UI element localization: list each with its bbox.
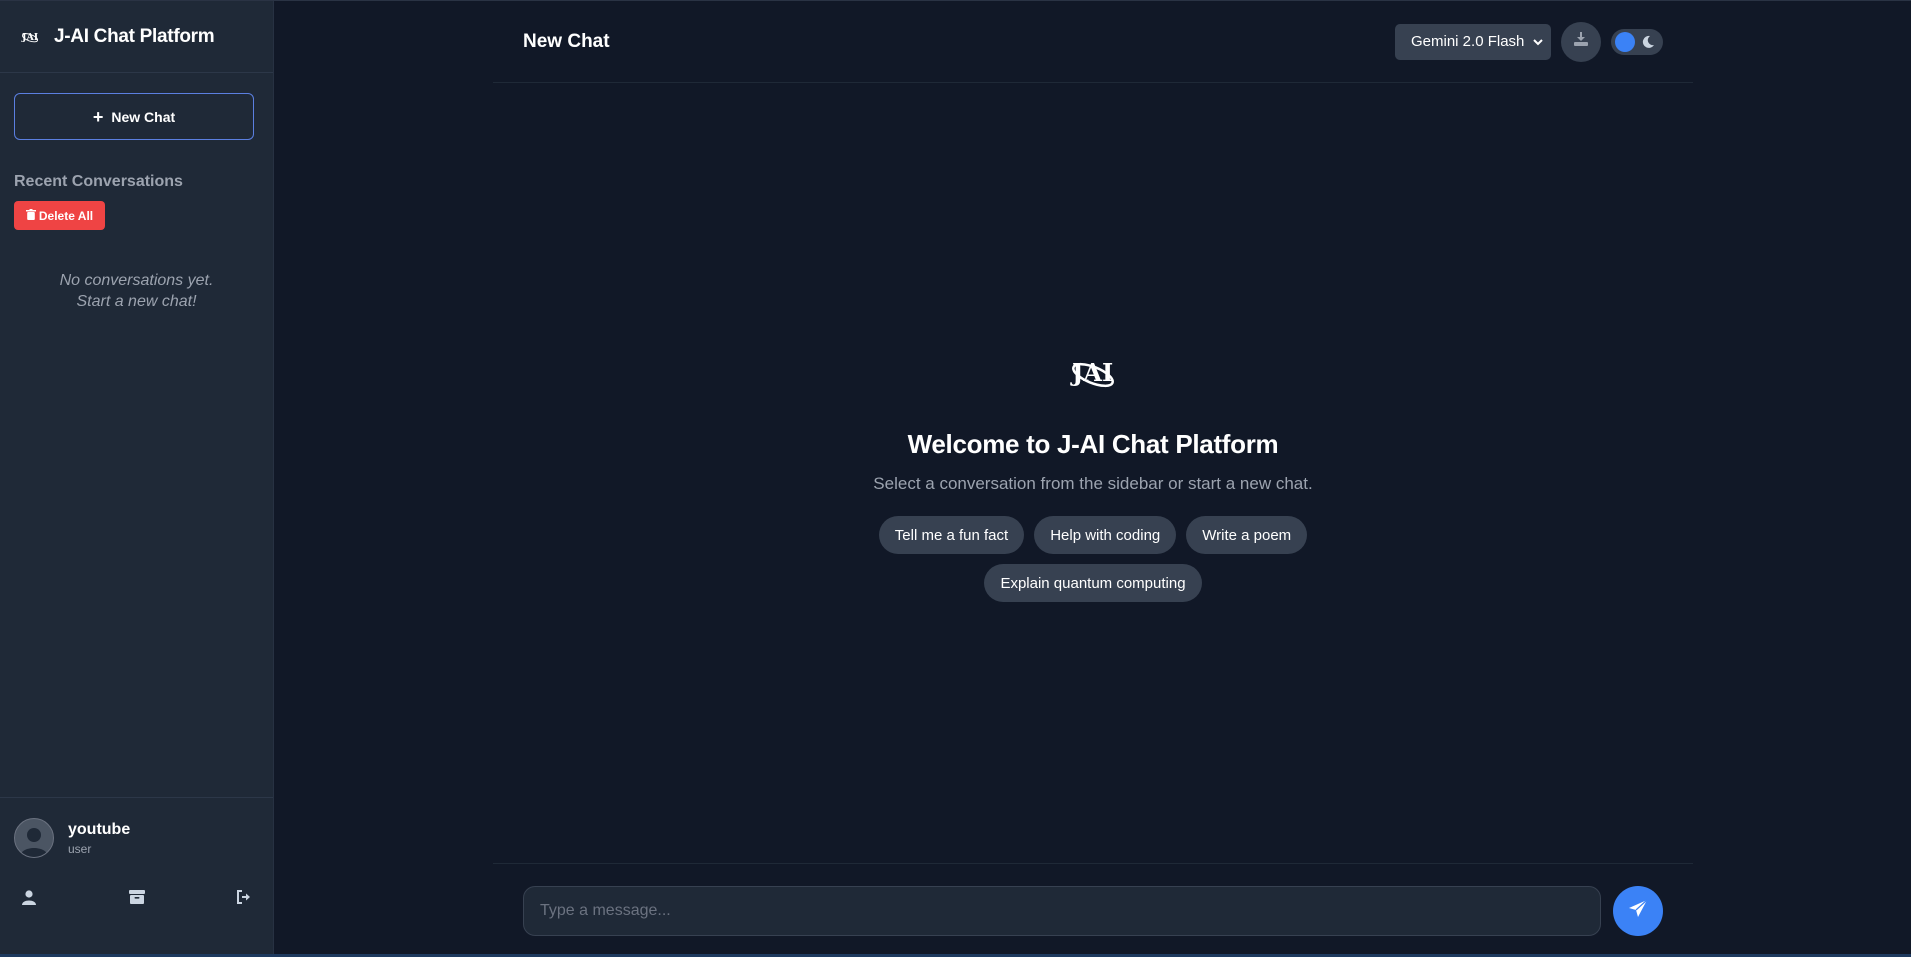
top-controls: Gemini 2.0 Flash — [1395, 21, 1663, 62]
paper-plane-icon — [1628, 899, 1648, 922]
new-chat-label: New Chat — [111, 108, 176, 125]
brand-title: J-AI Chat Platform — [54, 25, 215, 47]
suggestion-chip[interactable]: Help with coding — [1034, 516, 1177, 554]
model-select[interactable]: Gemini 2.0 Flash — [1395, 23, 1551, 60]
jai-logo-icon: JAI — [1067, 351, 1119, 395]
delete-all-button[interactable]: Delete All — [14, 201, 105, 230]
welcome-title: Welcome to J-AI Chat Platform — [907, 429, 1279, 459]
plus-icon: + — [92, 106, 104, 127]
user-info: youtube user — [14, 818, 259, 858]
empty-message-line-2: Start a new chat! — [76, 293, 197, 310]
suggestion-chips: Tell me a fun fact Help with coding Writ… — [873, 516, 1313, 602]
suggestion-chip[interactable]: Write a poem — [1186, 516, 1308, 554]
new-chat-button[interactable]: + New Chat — [14, 93, 254, 140]
main-area: New Chat Gemini 2.0 Flash JAI Welcome to… — [274, 1, 1911, 957]
top-bar: New Chat Gemini 2.0 Flash — [493, 1, 1693, 83]
user-icon[interactable] — [20, 888, 38, 906]
message-composer — [493, 863, 1693, 957]
recent-conversations-heading: Recent Conversations — [14, 173, 183, 190]
user-text: youtube user — [68, 821, 130, 856]
new-chat-wrapper: + New Chat — [0, 73, 273, 140]
user-avatar-icon[interactable] — [14, 818, 54, 858]
brand-header: JAI J-AI Chat Platform — [0, 1, 273, 73]
app-root: JAI J-AI Chat Platform + New Chat Recent… — [0, 0, 1911, 957]
jai-logo-icon: JAI — [20, 29, 40, 45]
welcome-panel: JAI Welcome to J-AI Chat Platform Select… — [493, 83, 1693, 863]
moon-icon — [1640, 34, 1656, 50]
download-button[interactable] — [1561, 21, 1601, 62]
empty-conversations-message: No conversations yet. Start a new chat! — [0, 270, 273, 312]
suggestion-chip[interactable]: Explain quantum computing — [984, 564, 1202, 602]
welcome-subtitle: Select a conversation from the sidebar o… — [873, 474, 1313, 493]
message-input[interactable] — [523, 885, 1601, 936]
sidebar: JAI J-AI Chat Platform + New Chat Recent… — [0, 1, 274, 957]
suggestion-chip[interactable]: Tell me a fun fact — [878, 516, 1025, 554]
send-button[interactable] — [1613, 885, 1663, 936]
model-selected-value: Gemini 2.0 Flash — [1411, 33, 1525, 50]
logout-icon[interactable] — [235, 888, 253, 906]
delete-all-label: Delete All — [38, 208, 94, 223]
download-icon — [1573, 31, 1589, 52]
archive-icon[interactable] — [128, 888, 146, 906]
user-actions — [14, 858, 259, 906]
page-title: New Chat — [523, 30, 610, 52]
theme-toggle[interactable] — [1611, 28, 1663, 55]
chevron-down-icon — [1533, 33, 1543, 50]
user-name: youtube — [68, 820, 131, 838]
user-panel: youtube user — [0, 797, 273, 957]
toggle-knob — [1615, 31, 1635, 52]
empty-message-line-1: No conversations yet. — [59, 272, 214, 289]
chat-container: New Chat Gemini 2.0 Flash JAI Welcome to… — [493, 1, 1693, 957]
user-role: user — [68, 841, 92, 856]
trash-icon — [25, 208, 36, 223]
